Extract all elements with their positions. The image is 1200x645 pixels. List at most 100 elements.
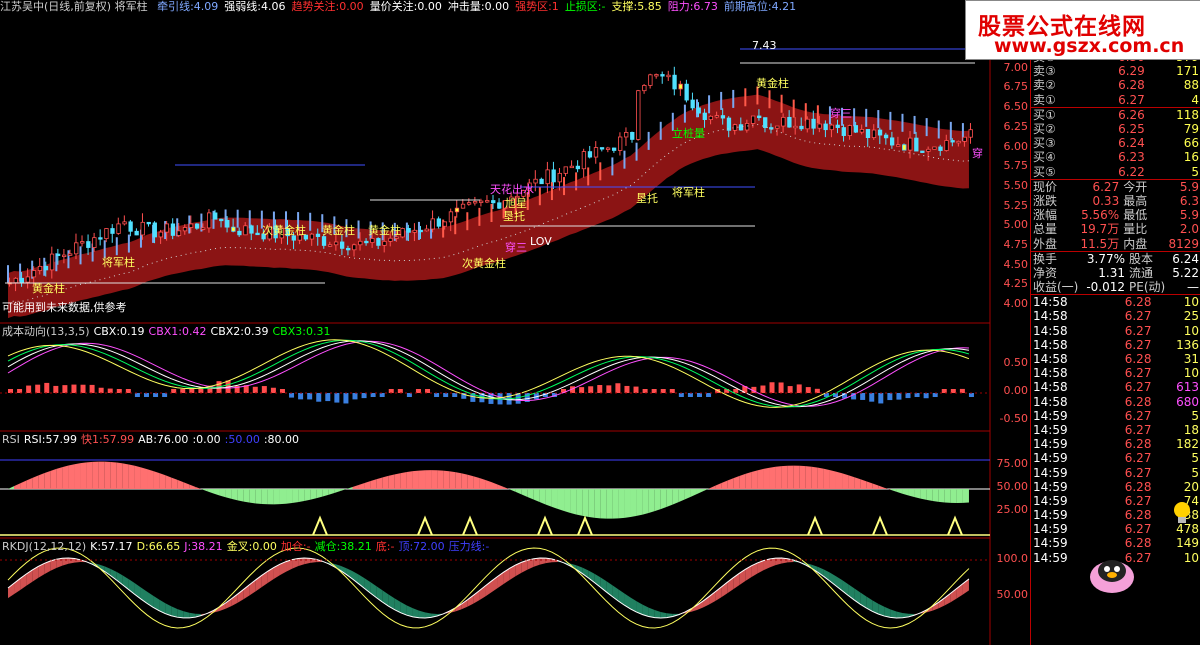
signal-label: LOV (530, 235, 552, 248)
tick-price: 6.27 (1124, 465, 1152, 480)
signal-label: 黄金柱 (368, 224, 401, 237)
tick-price: 6.27 (1124, 451, 1152, 466)
tick-row: 14:58 6.27 613 (1031, 380, 1200, 394)
indicator-value: CBX3:0.31 (272, 325, 331, 338)
tick-price: 6.27 (1124, 408, 1152, 423)
tick-time: 14:59 (1033, 536, 1068, 551)
indicator-value: 量价关注:0.00 (369, 0, 442, 13)
tick-volume: 31 (1183, 352, 1199, 367)
bid-label: 买③ (1033, 136, 1056, 151)
bid-volume: 5 (1191, 164, 1199, 179)
indicator-value: 牵引线:4.09 (157, 0, 219, 13)
tick-price: 6.27 (1124, 337, 1152, 352)
tick-volume: 10 (1183, 550, 1199, 565)
tick-volume: 25 (1183, 309, 1199, 324)
quote-table: 现价 6.27 今开 5.9 涨跌 0.33 最高 6.3 涨幅 5.56% 最低 5.9 总量 19.7… (1031, 178, 1200, 251)
qq-penguin-icon[interactable] (1083, 555, 1141, 595)
indicator-value: 减仓:38.21 (314, 540, 372, 553)
indicator-value: :80.00 (263, 433, 300, 446)
ask-label: 卖① (1033, 92, 1056, 107)
indicator-value: 冲击量:0.00 (447, 0, 510, 13)
quote-value: 1.31 (1098, 265, 1126, 280)
indicator-value: D:66.65 (136, 540, 181, 553)
bid-volume: 66 (1183, 136, 1199, 151)
quote2-table: 换手 3.77% 股本 6.24 净资 1.31 流通 5.22 收益(一) -0.012 PE(动… (1031, 250, 1200, 295)
signal-label: 黄金柱 (322, 224, 355, 237)
axis-tick-label: 100.0 (996, 552, 1029, 565)
tick-time: 14:59 (1033, 408, 1068, 423)
axis-tick-label: 5.00 (1003, 218, 1029, 232)
chart-area[interactable]: 江苏吴中(日线,前复权) 将军柱 牵引线:4.09 强弱线:4.06 趋势关注:0.… (0, 0, 1030, 645)
quote-panel: 卖④6.30379卖③6.29171卖②6.2888卖①6.274 买①6.26… (1030, 0, 1200, 645)
tick-price: 6.28 (1124, 508, 1152, 523)
axis-tick-label: 4.25 (1003, 277, 1029, 291)
quote-label: 涨幅 (1033, 208, 1058, 223)
ask-price: 6.28 (1118, 78, 1145, 93)
quote-row: 涨幅 5.56% 最低 5.9 (1031, 208, 1200, 222)
tick-row: 14:58 6.27 10 (1031, 324, 1200, 338)
axis-tick-label: 6.25 (1003, 119, 1029, 133)
signal-label: 黄金柱 (756, 77, 789, 90)
indicator-value: 底:- (375, 540, 395, 553)
tick-volume: 680 (1176, 394, 1199, 409)
quote-value: 6.3 (1179, 193, 1199, 208)
bid-volume: 16 (1183, 150, 1199, 165)
tick-row: 14:59 6.28 182 (1031, 437, 1200, 451)
bid-price: 6.23 (1118, 150, 1145, 165)
tick-time: 14:58 (1033, 352, 1068, 367)
quote-row: 现价 6.27 今开 5.9 (1031, 179, 1200, 194)
tick-volume: 613 (1176, 380, 1199, 395)
axis-tick-label: 0.00 (1003, 384, 1029, 397)
tick-time: 14:59 (1033, 437, 1068, 452)
quote-value: 3.77% (1086, 251, 1126, 266)
indicator-value: 强弱线:4.06 (224, 0, 286, 13)
bid-row: 买③ 6.24 66 (1031, 136, 1200, 150)
tick-row: 14:58 6.28 31 (1031, 352, 1200, 366)
indicator-value: 成本动向(13,3,5) (2, 325, 90, 338)
signal-label: 穿 (972, 147, 983, 160)
tick-volume: 5 (1191, 465, 1199, 480)
bid-price: 6.25 (1118, 122, 1145, 137)
quote-label: 涨跌 (1033, 193, 1058, 208)
signal-label: 垦托 (636, 192, 658, 205)
tick-time: 14:58 (1033, 323, 1068, 338)
lightbulb-icon[interactable] (1170, 500, 1194, 526)
ask-label: 卖③ (1033, 64, 1056, 79)
axis-tick-label: 5.75 (1003, 159, 1029, 173)
ask-price: 6.29 (1118, 64, 1145, 79)
logo-url: www.gszx.com.cn (994, 35, 1185, 57)
indicator-value: 压力线:- (448, 540, 490, 553)
bid-row: 买① 6.26 118 (1031, 107, 1200, 122)
quote-label: 最低 (1123, 208, 1148, 223)
indicator-value: RSI (2, 433, 20, 446)
tick-volume: 5 (1191, 408, 1199, 423)
indicator-value: :50.00 (224, 433, 260, 446)
axis-tick-label: 50.00 (996, 588, 1029, 601)
tick-price: 6.27 (1124, 493, 1152, 508)
tick-row: 14:58 6.28 680 (1031, 395, 1200, 409)
indicator-value: CBX2:0.39 (210, 325, 269, 338)
bid-volume: 118 (1176, 107, 1199, 122)
tick-price: 6.28 (1124, 437, 1152, 452)
bid-label: 买② (1033, 122, 1056, 137)
tick-row: 14:59 6.27 5 (1031, 451, 1200, 465)
quote-row: 收益(一) -0.012 PE(动) — (1031, 280, 1200, 294)
indicator-value: 金叉:0.00 (226, 540, 277, 553)
tick-price: 6.27 (1124, 380, 1152, 395)
ask-label: 卖② (1033, 78, 1056, 93)
quote-label: 最高 (1123, 193, 1148, 208)
quote-value: 6.27 (1092, 179, 1120, 194)
ask-row: 卖② 6.28 88 (1031, 78, 1200, 92)
quote-label: 今开 (1123, 179, 1148, 194)
quote-row: 涨跌 0.33 最高 6.3 (1031, 194, 1200, 208)
signal-label: 次黄金柱 (262, 224, 306, 237)
axis-tick-label: 7.00 (1003, 60, 1029, 74)
tick-price: 6.27 (1124, 309, 1152, 324)
tick-time: 14:58 (1033, 309, 1068, 324)
axis-tick-label: 4.00 (1003, 297, 1029, 311)
ask-volume: 171 (1176, 64, 1199, 79)
ask-price: 6.27 (1118, 92, 1145, 107)
indicator-value: J:38.21 (184, 540, 223, 553)
kdj-panel-header: RKDJ(12,12,12) K:57.17 D:66.65 J:38.21 金叉:0.… (2, 540, 493, 553)
ask-row: 卖③ 6.29 171 (1031, 64, 1200, 78)
